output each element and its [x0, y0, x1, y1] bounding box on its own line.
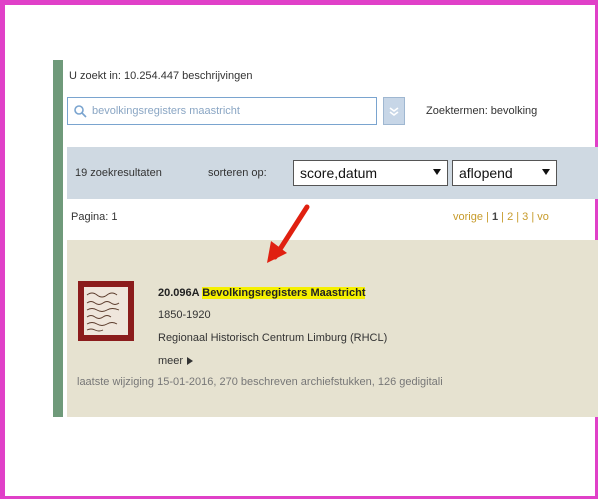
pager-separator: |	[482, 211, 492, 223]
pagination: vorige | 1 | 2 | 3 | vo	[453, 211, 549, 223]
pager-next-link[interactable]: vo	[537, 211, 549, 223]
dropdown-arrow-icon	[433, 169, 441, 175]
sort-select[interactable]: score,datum	[293, 160, 448, 186]
sort-label: sorteren op:	[208, 167, 267, 179]
result-code: 20.096A	[158, 287, 200, 299]
result-years: 1850-1920	[158, 309, 211, 321]
more-label: meer	[158, 355, 184, 367]
search-options-button[interactable]	[383, 97, 405, 125]
pager-separator: |	[498, 211, 508, 223]
search-result-card: 20.096A Bevolkingsregisters Maastricht 1…	[67, 240, 598, 417]
order-select[interactable]: aflopend	[452, 160, 557, 186]
search-count-text: U zoekt in: 10.254.447 beschrijvingen	[69, 70, 253, 82]
result-title-link[interactable]: Bevolkingsregisters Maastricht	[202, 287, 366, 299]
page-indicator: Pagina: 1	[71, 211, 118, 223]
result-title[interactable]: 20.096A Bevolkingsregisters Maastricht	[158, 287, 366, 299]
handwriting-icon	[86, 292, 120, 332]
pager-separator: |	[528, 211, 538, 223]
result-more-link[interactable]: meer	[158, 355, 194, 367]
search-input-box[interactable]	[67, 97, 377, 125]
side-accent-bar	[53, 60, 63, 417]
search-icon	[74, 105, 87, 118]
pager-separator: |	[513, 211, 523, 223]
search-page: U zoekt in: 10.254.447 beschrijvingen Zo…	[63, 60, 598, 417]
thumbnail-handwriting-image	[84, 287, 128, 335]
red-pointer-arrow-icon	[267, 204, 310, 263]
result-modified-info: laatste wijziging 15-01-2016, 270 beschr…	[77, 376, 443, 388]
search-input[interactable]	[90, 104, 334, 118]
order-select-value: aflopend	[459, 165, 513, 181]
result-organization: Regionaal Historisch Centrum Limburg (RH…	[158, 332, 388, 344]
results-count: 19 zoekresultaten	[75, 167, 162, 179]
search-terms-text: Zoektermen: bevolking	[426, 105, 538, 117]
result-thumbnail[interactable]	[78, 281, 134, 341]
play-arrow-icon	[187, 357, 194, 365]
chevron-down-icon	[389, 107, 399, 116]
pager-prev-link[interactable]: vorige	[453, 211, 483, 223]
results-toolbar: 19 zoekresultaten sorteren op: score,dat…	[67, 147, 598, 199]
dropdown-arrow-icon	[542, 169, 550, 175]
sort-select-value: score,datum	[300, 165, 378, 181]
